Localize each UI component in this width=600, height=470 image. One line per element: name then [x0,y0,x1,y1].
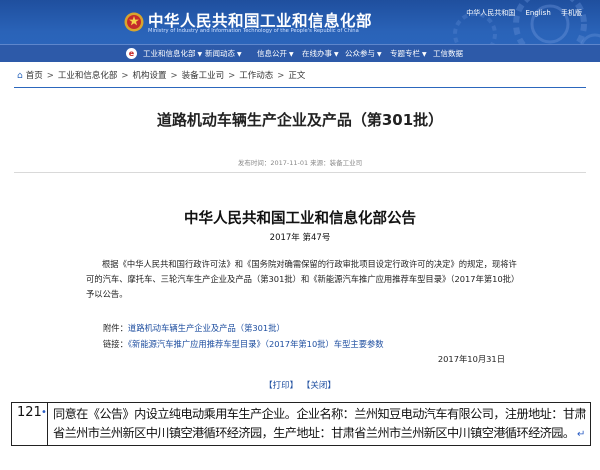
breadcrumb-miit[interactable]: 工业和信息化部 [58,71,118,81]
site-subtitle-en: Ministry of Industry and Information Tec… [148,28,359,34]
chevron-down-icon: ▼ [377,51,382,58]
national-emblem-icon[interactable] [124,11,144,33]
nav-item-miit[interactable]: 工业和信息化部 ▼ [143,48,202,59]
notice-date: 2017年10月31日 [437,354,505,364]
top-link-china[interactable]: 中华人民共和国 [466,9,515,17]
breadcrumb-org[interactable]: 机构设置 [133,71,167,81]
meta-divider [14,172,586,173]
breadcrumb-home[interactable]: 首页 [26,71,43,81]
home-icon[interactable]: ⌂ [17,71,23,81]
attachment-label: 附件： [103,323,128,333]
home-logo-icon[interactable]: e [126,48,137,59]
nav-item-public[interactable]: 公众参与 ▼ [345,48,382,59]
cell-marker-icon: • [41,407,47,418]
breadcrumb-dept[interactable]: 装备工业司 [182,71,225,81]
breadcrumb-work[interactable]: 工作动态 [239,71,273,81]
nav-item-news[interactable]: 新闻动态 ▼ [205,48,242,59]
breadcrumb-separator: > [228,71,236,81]
attachment-line: 附件：道路机动车辆生产企业及产品（第301批） [103,322,285,334]
notice-body: 根据《中华人民共和国行政许可法》和《国务院对确需保留的行政审批项目设定行政许可的… [86,259,520,299]
related-link[interactable]: 《新能源汽车推广应用推荐车型目录》（2017年第10批）车型主要参数 [128,339,384,349]
related-link-line: 链接：《新能源汽车推广应用推荐车型目录》（2017年第10批）车型主要参数 [103,338,384,350]
nav-item-data[interactable]: 工信数据 [433,48,463,59]
chevron-down-icon: ▼ [334,51,339,58]
breadcrumb-separator: > [170,71,178,81]
chevron-down-icon: ▼ [289,51,294,58]
row-number-cell: 121 • [12,403,48,445]
close-button[interactable]: 【关闭】 [306,381,336,391]
top-link-english[interactable]: English [525,9,550,17]
breadcrumb-current: 正文 [288,71,306,81]
main-nav: e 工业和信息化部 ▼ 新闻动态 ▼ 信息公开 ▼ 在线办事 ▼ 公众参与 ▼ 专题专栏 ▼… [0,44,600,62]
print-button[interactable]: 【打印】 [264,381,298,391]
notice-title: 中华人民共和国工业和信息化部公告 [184,211,416,227]
top-links: 中华人民共和国 English 手机版 [458,8,582,18]
row-number: 121 [17,405,42,420]
chevron-down-icon: ▼ [237,51,242,58]
chevron-down-icon: ▼ [422,51,427,58]
notice-number: 2017年 第47号 [269,233,331,243]
row-content-cell: 同意在《公告》内设立纯电动乘用车生产企业。企业名称：兰州知豆电动汽车有限公司，注… [53,405,588,444]
breadcrumb-separator: > [277,71,285,81]
nav-item-online-service[interactable]: 在线办事 ▼ [302,48,339,59]
nav-item-info[interactable]: 信息公开 ▼ [257,48,294,59]
article-title: 道路机动车辆生产企业及产品（第301批） [156,111,444,129]
breadcrumb: ⌂ 首页 > 工业和信息化部 > 机构设置 > 装备工业司 > 工作动态 > 正文 [17,69,305,81]
paragraph-return-icon: ↵ [574,429,585,440]
nav-item-topics[interactable]: 专题专栏 ▼ [390,48,427,59]
table-row: 121 • 同意在《公告》内设立纯电动乘用车生产企业。企业名称：兰州知豆电动汽车有… [11,402,591,446]
breadcrumb-separator: > [46,71,54,81]
breadcrumb-divider [14,87,586,88]
print-close-links: 【打印】 【关闭】 [0,379,600,391]
link-label: 链接： [103,339,128,349]
breadcrumb-separator: > [121,71,129,81]
article-meta: 发布时间：2017-11-01 来源：装备工业司 [237,159,363,167]
row-text: 同意在《公告》内设立纯电动乘用车生产企业。企业名称：兰州知豆电动汽车有限公司，注… [53,407,587,440]
attachment-link[interactable]: 道路机动车辆生产企业及产品（第301批） [128,323,285,333]
chevron-down-icon: ▼ [197,51,203,58]
top-link-mobile[interactable]: 手机版 [561,9,582,17]
